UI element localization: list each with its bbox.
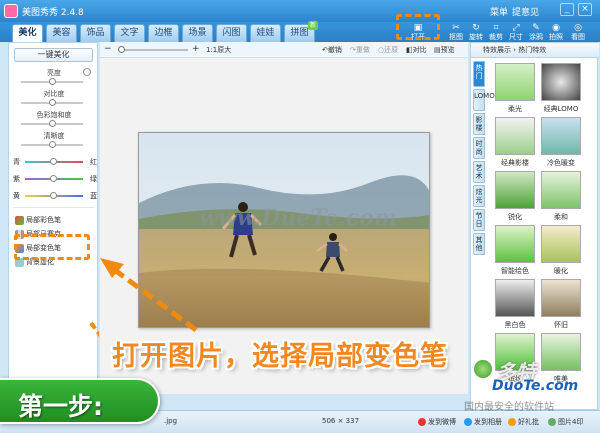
meitu-window: 美图秀秀 2.4.8 菜单 提意见 _ × 美化 美容 饰品 文字 边框 场景 … [0, 0, 600, 433]
site-logo: 多特 DuoTe.com 国内最安全的软件站 [462, 354, 598, 414]
step-badge: 第一步: [0, 378, 160, 424]
arrow-line [110, 265, 198, 333]
site-logo-icon [472, 358, 494, 380]
instruction-text: 打开图片，选择局部变色笔 [112, 341, 448, 372]
step-label: 第一步: [18, 392, 103, 421]
site-domain: DuoTe.com [492, 378, 579, 394]
site-tagline: 国内最安全的软件站 [464, 402, 554, 413]
